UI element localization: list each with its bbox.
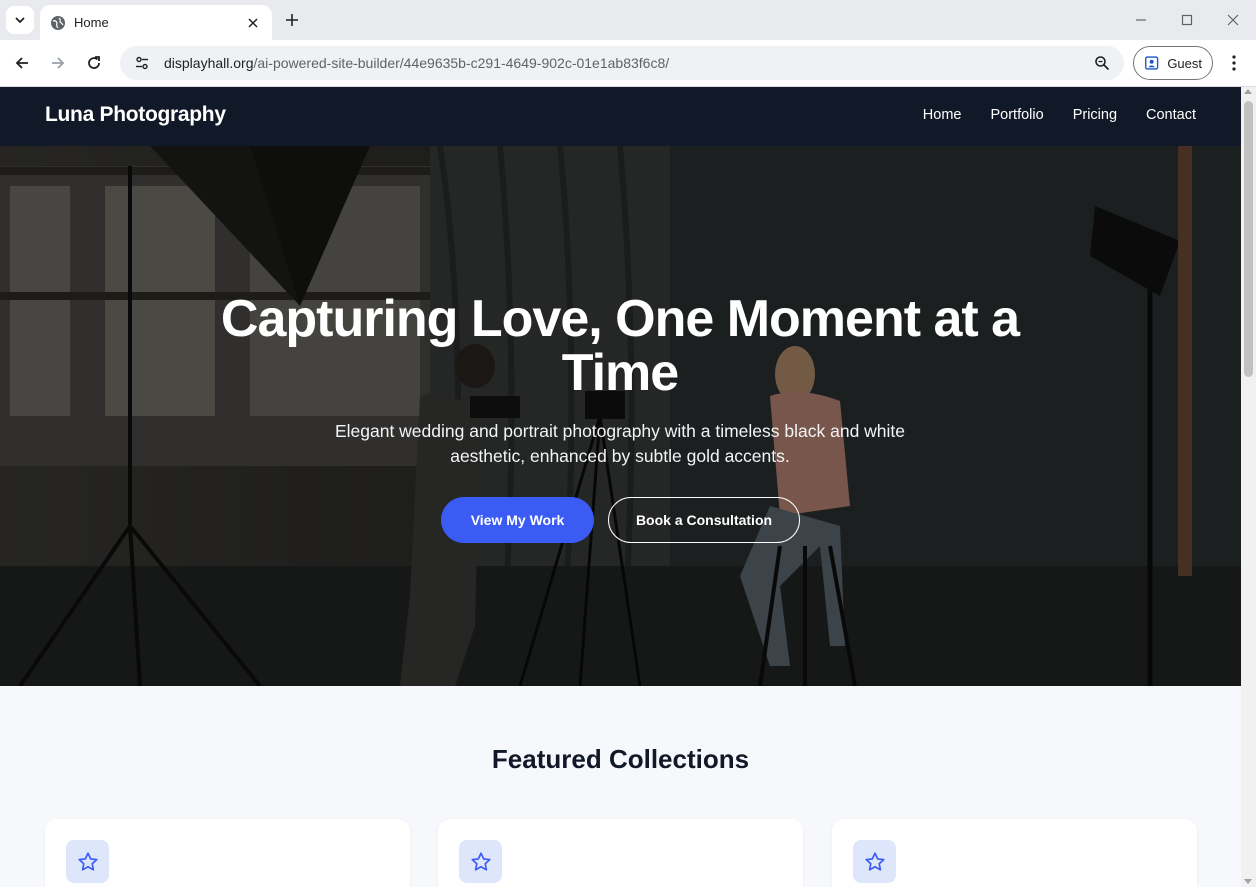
minimize-button[interactable] (1127, 6, 1155, 34)
address-bar[interactable]: displayhall.org/ai-powered-site-builder/… (120, 46, 1124, 80)
collection-card[interactable] (438, 819, 803, 887)
hero-background-image (0, 146, 1241, 686)
scroll-up-arrow[interactable] (1244, 89, 1252, 94)
zoom-icon (1095, 56, 1110, 71)
close-tab-button[interactable] (244, 14, 262, 32)
tab-strip: Home (0, 0, 1256, 40)
hero-section: Capturing Love, One Moment at a Time Ele… (0, 146, 1241, 686)
view-my-work-button[interactable]: View My Work (441, 497, 594, 543)
browser-toolbar: displayhall.org/ai-powered-site-builder/… (0, 40, 1256, 87)
profile-button[interactable]: Guest (1133, 46, 1213, 80)
book-consultation-button[interactable]: Book a Consultation (608, 497, 800, 543)
featured-collections-title: Featured Collections (491, 744, 750, 774)
arrow-left-icon (15, 57, 28, 69)
new-tab-button[interactable] (280, 8, 304, 32)
globe-icon (51, 15, 65, 30)
active-tab[interactable]: Home (40, 5, 272, 40)
nav-link-contact[interactable]: Contact (1146, 107, 1196, 123)
url-text[interactable]: displayhall.org/ai-powered-site-builder/… (164, 55, 1092, 71)
collection-card[interactable] (45, 819, 410, 887)
site-info-button[interactable] (132, 53, 152, 73)
scroll-down-arrow[interactable] (1244, 879, 1252, 884)
reload-icon (88, 56, 100, 69)
back-button[interactable] (8, 49, 36, 77)
page-scrollbar[interactable] (1241, 87, 1256, 887)
collection-card[interactable] (832, 819, 1197, 887)
minimize-icon (1136, 19, 1146, 21)
star-icon (77, 851, 98, 871)
card-icon-badge (459, 840, 502, 883)
browser-menu-button[interactable] (1222, 49, 1246, 77)
hero-title: Capturing Love, One Moment at a Time (220, 290, 1020, 402)
profile-icon (1145, 56, 1159, 70)
site-navbar: Luna Photography Home Portfolio Pricing … (0, 87, 1241, 146)
url-domain: displayhall.org (164, 55, 254, 71)
tune-icon (136, 56, 148, 70)
chevron-down-icon (15, 17, 25, 24)
star-icon (864, 851, 885, 871)
card-icon-badge (66, 840, 109, 883)
site-nav-links: Home Portfolio Pricing Contact (923, 107, 1196, 123)
card-icon-badge (853, 840, 896, 883)
tab-search-button[interactable] (6, 6, 34, 34)
maximize-icon (1181, 14, 1193, 26)
nav-link-home[interactable]: Home (923, 107, 962, 123)
nav-link-portfolio[interactable]: Portfolio (990, 107, 1043, 123)
profile-label: Guest (1167, 55, 1202, 71)
tab-title: Home (74, 15, 109, 30)
arrow-right-icon (52, 57, 65, 69)
url-path: /ai-powered-site-builder/44e9635b-c291-4… (253, 55, 670, 71)
more-vert-icon (1232, 55, 1236, 71)
hero-subtitle: Elegant wedding and portrait photography… (334, 421, 906, 466)
close-window-button[interactable] (1219, 6, 1247, 34)
zoom-button[interactable] (1092, 53, 1112, 73)
maximize-button[interactable] (1173, 6, 1201, 34)
close-icon (1227, 14, 1239, 26)
page-viewport: Luna Photography Home Portfolio Pricing … (0, 87, 1241, 887)
nav-link-pricing[interactable]: Pricing (1073, 107, 1117, 123)
reload-button[interactable] (80, 49, 108, 77)
close-icon (248, 17, 258, 28)
forward-button[interactable] (44, 49, 72, 77)
site-logo[interactable]: Luna Photography (45, 103, 226, 127)
scrollbar-thumb[interactable] (1244, 101, 1253, 377)
star-icon (470, 851, 491, 871)
plus-icon (286, 14, 298, 26)
